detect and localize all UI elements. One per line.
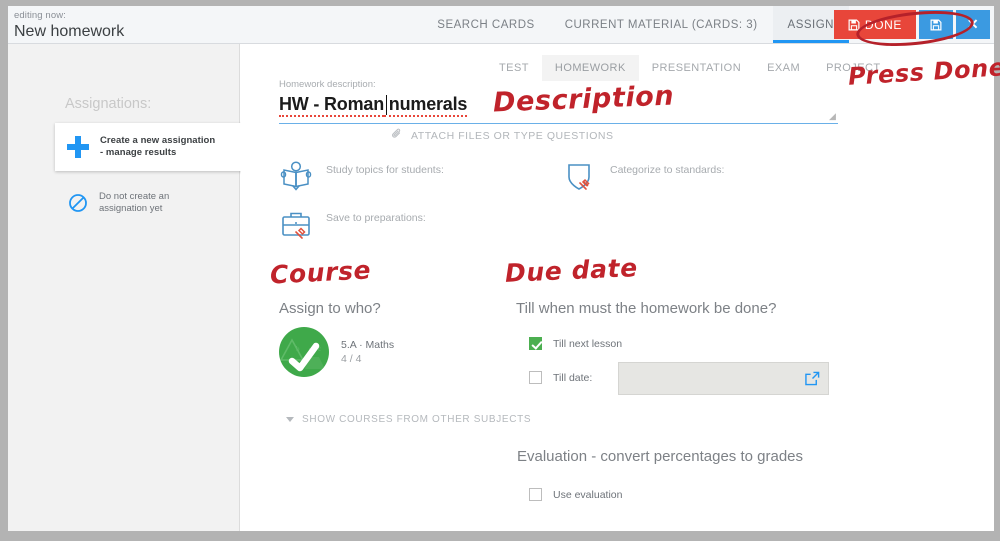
editing-now-block: editing now: New homework xyxy=(14,10,124,42)
assign-to-who-heading: Assign to who? xyxy=(279,300,381,317)
no-entry-icon xyxy=(68,193,88,213)
till-date-input[interactable] xyxy=(618,362,829,395)
show-other-subjects-label: SHOW COURSES FROM OTHER SUBJECTS xyxy=(302,414,532,425)
save-to-preparations-label: Save to preparations: xyxy=(326,212,426,224)
show-other-subjects-button[interactable]: SHOW COURSES FROM OTHER SUBJECTS xyxy=(286,414,531,425)
due-date-heading: Till when must the homework be done? xyxy=(516,300,777,317)
floppy-disk-icon xyxy=(848,19,860,31)
course-option-5a-maths[interactable]: b b c 5.A · Maths 4 / 4 xyxy=(279,327,394,377)
tab-test[interactable]: TEST xyxy=(486,55,542,81)
done-button-label: DONE xyxy=(864,17,902,32)
svg-text:b: b xyxy=(296,345,300,353)
till-date-row[interactable]: Till date: xyxy=(529,371,592,384)
floppy-disk-icon xyxy=(930,19,942,31)
close-x-icon: ✕ xyxy=(966,16,980,32)
tab-exam[interactable]: EXAM xyxy=(754,55,813,81)
categorize-standards-row[interactable]: Categorize to standards: xyxy=(563,159,724,193)
title-bar-actions: DONE ✕ xyxy=(833,10,990,39)
till-next-lesson-label: Till next lesson xyxy=(553,337,623,350)
save-button[interactable] xyxy=(919,10,953,39)
use-evaluation-row[interactable]: Use evaluation xyxy=(529,488,622,501)
no-assignation-label-group: Do not create an assignation yet xyxy=(99,191,169,215)
application-window: editing now: New homework SEARCH CARDS C… xyxy=(8,6,994,531)
no-assignation-line2: assignation yet xyxy=(99,203,163,214)
till-next-lesson-checkbox[interactable] xyxy=(529,337,542,350)
create-assignation-line2: - manage results xyxy=(100,147,177,158)
text-caret xyxy=(386,95,387,115)
save-to-preparations-row[interactable]: Save to preparations: xyxy=(279,207,426,241)
material-type-tab-bar: TEST HOMEWORK PRESENTATION EXAM PROJECT xyxy=(486,55,894,81)
attach-files-button[interactable]: ATTACH FILES OR TYPE QUESTIONS xyxy=(391,127,614,145)
description-text-part1: HW - Roman xyxy=(279,94,384,117)
textarea-resize-handle[interactable]: ◢ xyxy=(829,112,837,121)
avatar: b b c xyxy=(279,327,329,377)
primary-tab-bar: SEARCH CARDS CURRENT MATERIAL (CARDS: 3)… xyxy=(422,6,850,43)
done-button[interactable]: DONE xyxy=(833,10,916,39)
window-body: Assignations: Create a new assignation -… xyxy=(8,44,994,531)
desktop-frame: editing now: New homework SEARCH CARDS C… xyxy=(0,0,1000,541)
main-content: TEST HOMEWORK PRESENTATION EXAM PROJECT … xyxy=(241,44,994,531)
study-topics-label: Study topics for students: xyxy=(326,164,444,176)
homework-description-input[interactable]: HW - Roman numerals ◢ xyxy=(279,92,838,124)
plus-icon xyxy=(67,136,89,158)
sidebar: Assignations: Create a new assignation -… xyxy=(8,44,241,531)
study-topics-row[interactable]: Study topics for students: xyxy=(279,159,444,193)
course-meta: 5.A · Maths 4 / 4 xyxy=(341,338,394,366)
briefcase-pin-icon xyxy=(279,207,313,241)
assignations-heading: Assignations: xyxy=(65,96,152,112)
tab-presentation[interactable]: PRESENTATION xyxy=(639,55,754,81)
title-bar: editing now: New homework SEARCH CARDS C… xyxy=(8,6,994,44)
no-assignation-line1: Do not create an xyxy=(99,191,170,202)
homework-description-value: HW - Roman numerals xyxy=(279,94,467,117)
use-evaluation-checkbox[interactable] xyxy=(529,488,542,501)
calendar-open-icon[interactable] xyxy=(805,371,820,391)
page-title: New homework xyxy=(14,23,125,40)
attach-files-label: ATTACH FILES OR TYPE QUESTIONS xyxy=(411,130,614,142)
use-evaluation-label: Use evaluation xyxy=(553,488,623,501)
till-date-checkbox[interactable] xyxy=(529,371,542,384)
homework-description-label: Homework description: xyxy=(279,79,376,90)
sidebar-item-no-assignation[interactable]: Do not create an assignation yet xyxy=(55,184,241,222)
tab-current-material[interactable]: CURRENT MATERIAL (CARDS: 3) xyxy=(550,6,773,43)
till-next-lesson-row[interactable]: Till next lesson xyxy=(529,337,622,350)
paperclip-icon xyxy=(391,127,403,145)
course-student-count: 4 / 4 xyxy=(341,353,362,365)
tab-search-cards[interactable]: SEARCH CARDS xyxy=(422,6,549,43)
evaluation-heading: Evaluation - convert percentages to grad… xyxy=(517,448,804,465)
till-date-label: Till date: xyxy=(553,371,593,384)
editing-now-label: editing now: xyxy=(14,10,66,21)
create-assignation-line1: Create a new assignation xyxy=(100,135,216,146)
course-name: 5.A · Maths xyxy=(341,339,395,351)
tab-homework[interactable]: HOMEWORK xyxy=(541,55,639,81)
sidebar-item-create-assignation[interactable]: Create a new assignation - manage result… xyxy=(55,123,241,171)
close-button[interactable]: ✕ xyxy=(956,10,990,39)
shield-pin-icon xyxy=(563,159,597,193)
tab-project[interactable]: PROJECT xyxy=(813,55,894,81)
categorize-standards-label: Categorize to standards: xyxy=(610,164,725,176)
sidebar-item-label-group: Create a new assignation - manage result… xyxy=(100,135,215,159)
open-book-reader-icon xyxy=(279,159,313,193)
chevron-down-icon xyxy=(286,417,294,422)
description-text-part2: numerals xyxy=(384,94,467,117)
